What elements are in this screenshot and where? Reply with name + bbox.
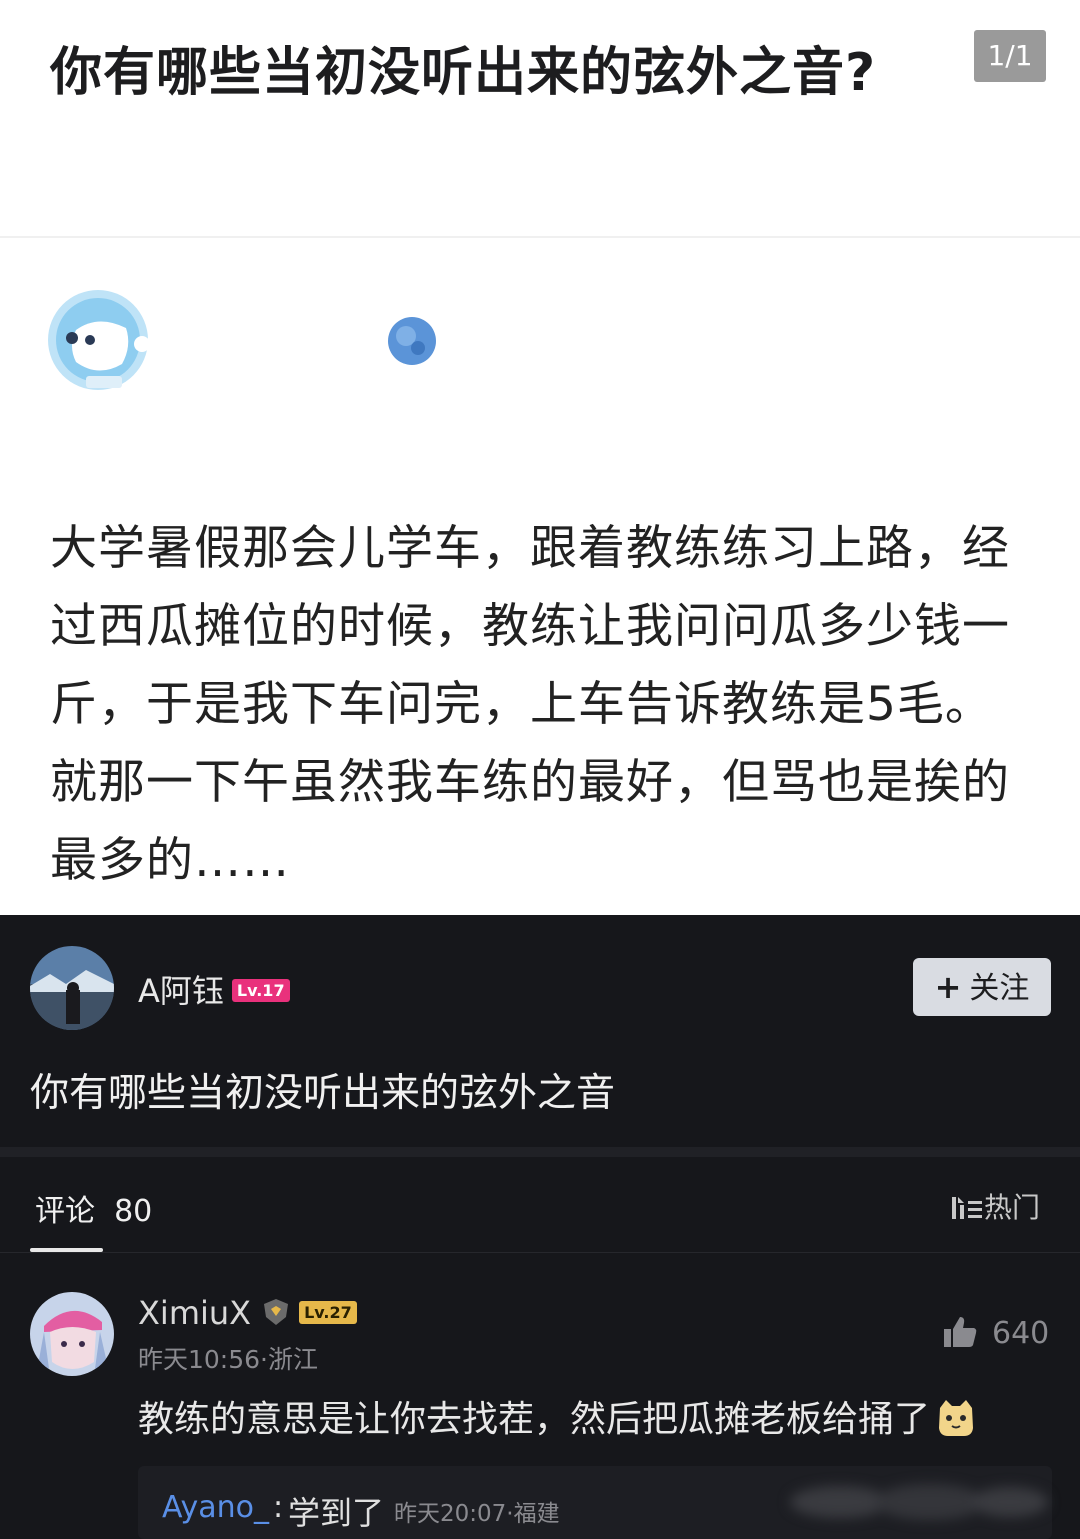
astronaut-avatar-icon xyxy=(48,290,150,390)
reply-text: 学到了 xyxy=(288,1494,385,1532)
sort-hot-button[interactable]: 热门 xyxy=(950,1186,1040,1226)
author-avatar[interactable] xyxy=(30,946,114,1030)
sort-icon xyxy=(952,1197,982,1219)
tab-comments[interactable]: 评论 80 xyxy=(35,1186,152,1230)
author-name[interactable]: A阿钰 xyxy=(138,972,224,1010)
commenter-name-row: XimiuX Lv.27 xyxy=(138,1294,357,1332)
commenter-name[interactable]: XimiuX xyxy=(138,1294,251,1332)
level-badge: Lv.17 xyxy=(231,978,290,1002)
tab-divider xyxy=(0,1252,1080,1253)
comments-label: 评论 xyxy=(35,1194,95,1229)
reply-meta: 昨天20:07·福建 xyxy=(394,1501,560,1527)
plus-icon: + xyxy=(934,968,962,1006)
follow-button[interactable]: + 关注 xyxy=(913,958,1051,1016)
post-title: 你有哪些当初没听出来的弦外之音 xyxy=(30,1071,616,1116)
section-separator xyxy=(0,1147,1080,1157)
commenter-avatar[interactable] xyxy=(30,1292,114,1376)
like-button[interactable]: 640 xyxy=(942,1316,1049,1352)
planet-icon xyxy=(388,317,436,365)
blurred-watermark xyxy=(790,1484,1048,1520)
page-indicator: 1/1 xyxy=(974,30,1046,82)
like-count: 640 xyxy=(992,1316,1050,1351)
answer-text: 大学暑假那会儿学车，跟着教练练习上路，经过西瓜摊位的时候，教练让我问问瓜多少钱一… xyxy=(50,521,1010,888)
reply-user-row: Ayano_: xyxy=(162,1490,283,1525)
comments-count: 80 xyxy=(114,1194,153,1229)
sort-label: 热门 xyxy=(984,1191,1041,1224)
follow-label: 关注 xyxy=(969,971,1030,1006)
question-title: 你有哪些当初没听出来的弦外之音? xyxy=(50,43,877,103)
comment-text: 教练的意思是让你去找茬，然后把瓜摊老板给捅了 xyxy=(138,1399,931,1440)
reply-separator: : xyxy=(273,1490,284,1525)
reply-user[interactable]: Ayano_ xyxy=(162,1490,269,1525)
post-author[interactable]: A阿钰 Lv.17 xyxy=(138,966,290,1012)
cat-emoji-icon xyxy=(939,1400,974,1436)
comment-text-row: 教练的意思是让你去找茬，然后把瓜摊老板给捅了 xyxy=(138,1390,976,1442)
shield-badge-icon xyxy=(264,1299,289,1325)
divider xyxy=(0,236,1080,238)
thumb-up-icon xyxy=(944,1316,977,1347)
commenter-level-badge: Lv.27 xyxy=(299,1300,357,1324)
comment-meta: 昨天10:56·浙江 xyxy=(138,1345,318,1374)
